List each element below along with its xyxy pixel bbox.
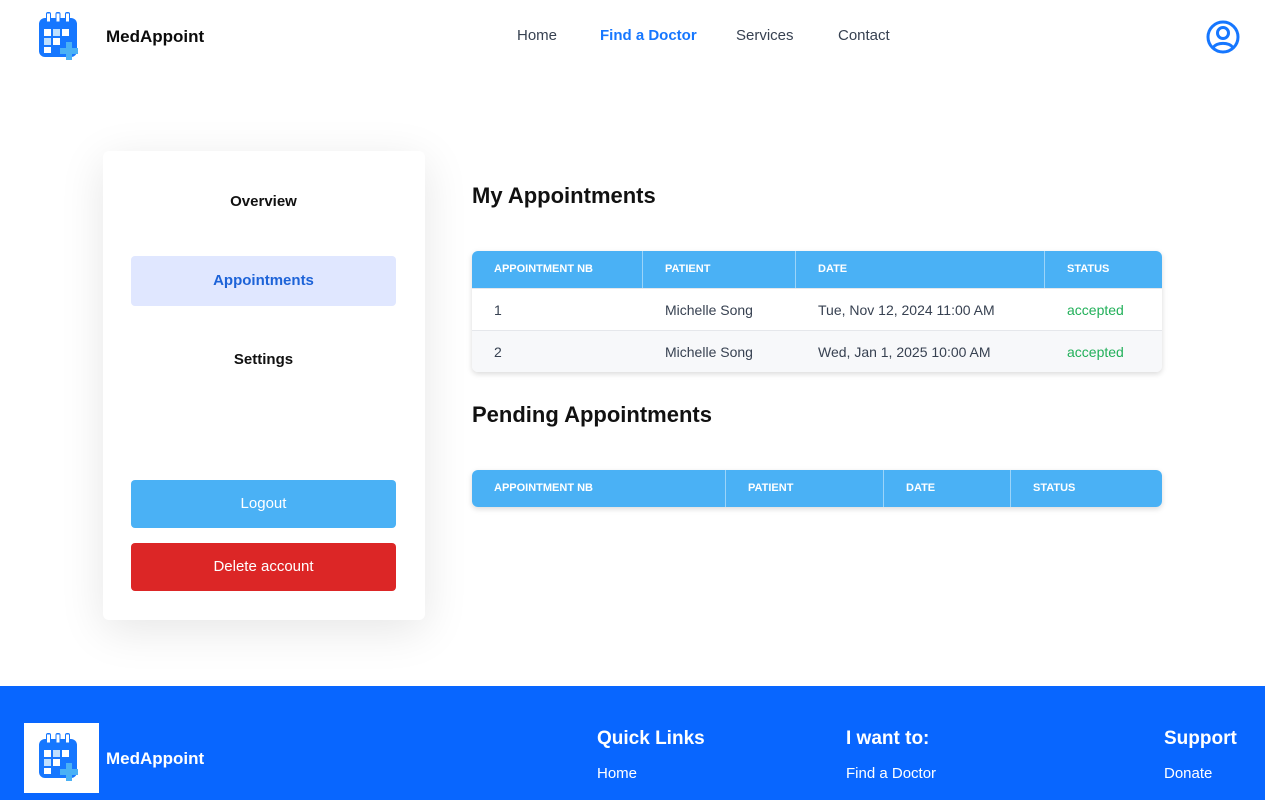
site-header: MedAppoint Home Find a Doctor Services C… [0, 0, 1265, 75]
footer-support-title: Support [1164, 728, 1237, 749]
table-header: APPOINTMENT NB PATIENT DATE STATUS [472, 470, 1162, 507]
nav-services[interactable]: Services [736, 27, 794, 44]
sidebar-item-settings[interactable]: Settings [131, 335, 396, 385]
column-header: DATE [883, 470, 1010, 507]
column-header: DATE [795, 251, 1044, 288]
table-header: APPOINTMENT NB PATIENT DATE STATUS [472, 251, 1162, 288]
site-footer: MedAppoint Quick Links Home I want to: F… [0, 686, 1265, 800]
table-row: 1 Michelle Song Tue, Nov 12, 2024 11:00 … [472, 288, 1162, 330]
status-badge: accepted [1067, 302, 1124, 318]
column-header: STATUS [1010, 470, 1162, 507]
status-badge: accepted [1067, 344, 1124, 360]
logout-button[interactable]: Logout [131, 480, 396, 528]
footer-link-donate[interactable]: Donate [1164, 765, 1212, 782]
nav-contact[interactable]: Contact [838, 27, 890, 44]
patient-name: Michelle Song [665, 344, 753, 360]
appointment-nb: 1 [494, 302, 502, 318]
column-header: STATUS [1044, 251, 1162, 288]
footer-brand-name[interactable]: MedAppoint [106, 749, 204, 769]
calendar-plus-icon [39, 733, 78, 781]
footer-i-want-to-title: I want to: [846, 728, 930, 749]
delete-account-button[interactable]: Delete account [131, 543, 396, 591]
my-appointments-title: My Appointments [472, 183, 656, 208]
column-header: APPOINTMENT NB [494, 263, 593, 275]
footer-link-find-doctor[interactable]: Find a Doctor [846, 765, 936, 782]
column-header: PATIENT [725, 470, 883, 507]
calendar-plus-icon[interactable] [38, 11, 84, 61]
appointment-date: Tue, Nov 12, 2024 11:00 AM [818, 302, 995, 318]
nav-find-doctor[interactable]: Find a Doctor [600, 27, 697, 44]
account-sidebar: Overview Appointments Settings Logout De… [103, 151, 425, 620]
column-header: PATIENT [642, 251, 795, 288]
my-appointments-table: APPOINTMENT NB PATIENT DATE STATUS 1 Mic… [472, 251, 1162, 372]
footer-quick-links-title: Quick Links [597, 728, 705, 749]
brand-name[interactable]: MedAppoint [106, 27, 204, 47]
user-circle-icon[interactable] [1206, 20, 1240, 54]
pending-appointments-table: APPOINTMENT NB PATIENT DATE STATUS [472, 470, 1162, 507]
pending-appointments-title: Pending Appointments [472, 402, 712, 427]
appointment-date: Wed, Jan 1, 2025 10:00 AM [818, 344, 991, 360]
sidebar-item-overview[interactable]: Overview [131, 177, 396, 227]
footer-logo[interactable] [24, 723, 99, 793]
nav-home[interactable]: Home [517, 27, 557, 44]
sidebar-item-appointments[interactable]: Appointments [131, 256, 396, 306]
table-row: 2 Michelle Song Wed, Jan 1, 2025 10:00 A… [472, 330, 1162, 372]
column-header: APPOINTMENT NB [494, 482, 593, 494]
patient-name: Michelle Song [665, 302, 753, 318]
appointment-nb: 2 [494, 344, 502, 360]
footer-link-home[interactable]: Home [597, 765, 637, 782]
